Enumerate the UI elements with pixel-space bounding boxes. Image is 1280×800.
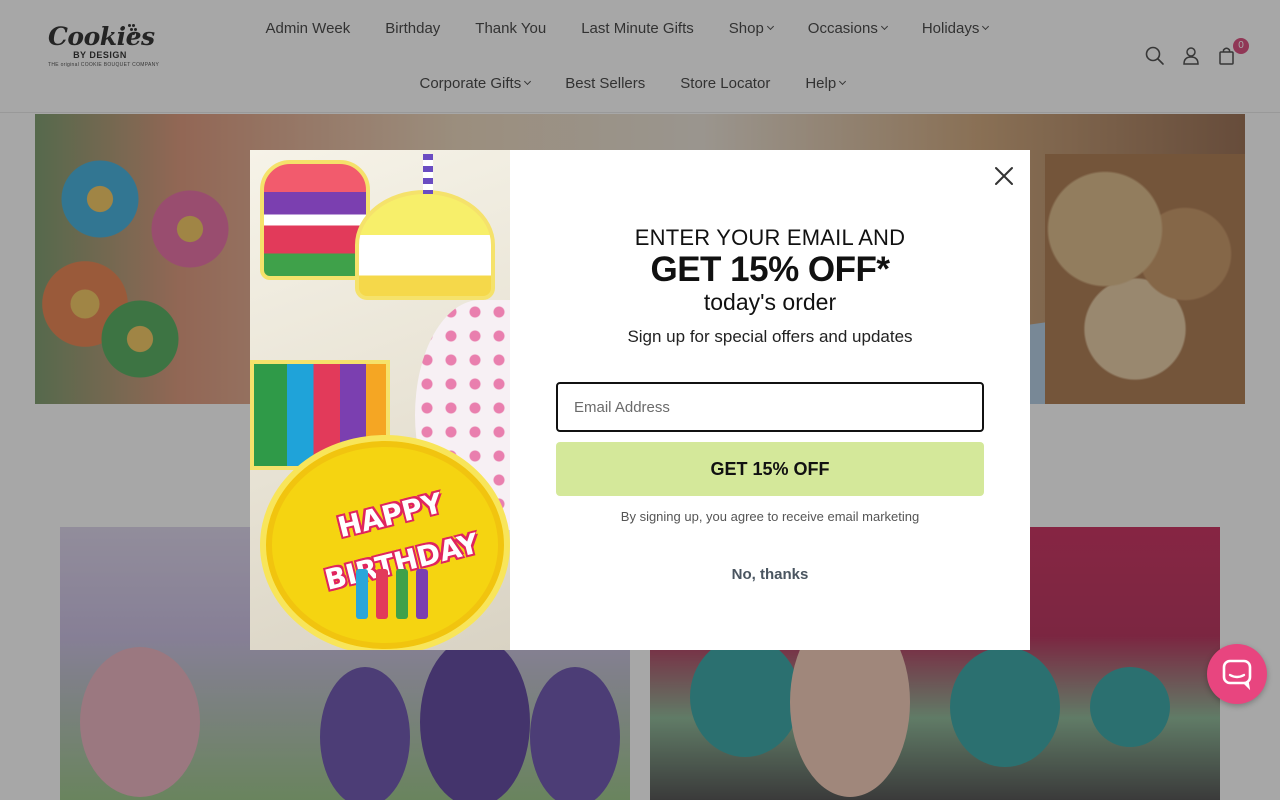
popup-subtitle: Sign up for special offers and updates xyxy=(627,327,913,346)
birthday-cookies-image: HAPPY BIRTHDAY xyxy=(250,150,510,650)
email-signup-modal: HAPPY BIRTHDAY ENTER YOUR EMAIL AND GET … xyxy=(250,150,1030,650)
no-thanks-link[interactable]: No, thanks xyxy=(680,566,860,583)
popup-heading-offer: GET 15% OFF* xyxy=(650,250,890,289)
popup-heading-line-1: ENTER YOUR EMAIL AND xyxy=(634,225,906,250)
chat-button[interactable] xyxy=(1207,644,1267,704)
legal-disclaimer: By signing up, you agree to receive emai… xyxy=(620,509,920,524)
close-icon[interactable] xyxy=(992,164,1016,188)
chat-icon xyxy=(1222,659,1252,691)
get-discount-button[interactable]: GET 15% OFF xyxy=(556,442,984,496)
popup-heading-line-3: today's order xyxy=(703,289,837,315)
email-field[interactable] xyxy=(556,382,984,432)
